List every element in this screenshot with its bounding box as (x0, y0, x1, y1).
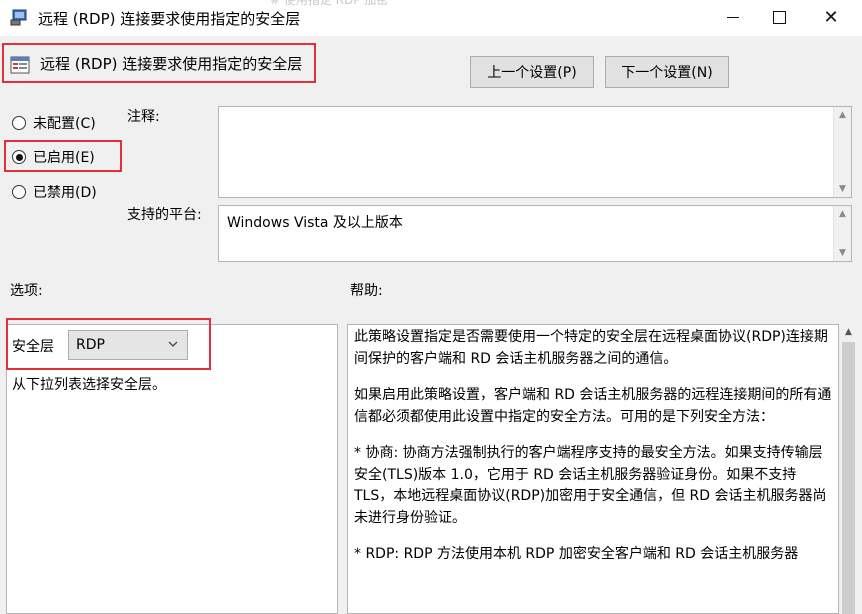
radio-disabled[interactable]: 已禁用(D) (12, 181, 97, 203)
close-icon: ✕ (823, 6, 839, 28)
help-label: 帮助: (350, 283, 383, 299)
radio-button-icon[interactable] (12, 185, 26, 199)
scroll-down-icon[interactable]: ▼ (839, 181, 846, 197)
security-layer-hint: 从下拉列表选择安全层。 (12, 377, 166, 393)
radio-button-checked-icon[interactable] (12, 150, 26, 164)
comment-label: 注释: (127, 109, 160, 125)
window-title: 远程 (RDP) 连接要求使用指定的安全层 (38, 10, 301, 28)
policy-window-icon (10, 8, 28, 26)
background-window-title: # 使用指定 RDP 加密 (270, 0, 389, 7)
previous-setting-button[interactable]: 上一个设置(P) (470, 56, 594, 88)
setting-icon (10, 55, 30, 75)
radio-label: 未配置(C) (33, 116, 96, 132)
minimize-icon (727, 16, 739, 18)
scroll-up-icon[interactable]: ▲ (839, 206, 846, 222)
comment-scrollbar[interactable]: ▲ ▼ (833, 107, 851, 197)
next-setting-button[interactable]: 下一个设置(N) (605, 56, 729, 88)
maximize-icon (772, 10, 786, 24)
security-layer-dropdown[interactable]: RDP (68, 330, 188, 360)
radio-button-icon[interactable] (12, 116, 26, 130)
minimize-button[interactable] (710, 0, 756, 34)
platform-field: Windows Vista 及以上版本 ▲ ▼ (218, 205, 852, 262)
scroll-down-icon[interactable]: ▼ (839, 245, 846, 261)
security-layer-value: RDP (76, 337, 105, 353)
maximize-button[interactable] (756, 0, 802, 34)
comment-textarea[interactable]: ▲ ▼ (218, 106, 852, 198)
chevron-down-icon (167, 338, 179, 353)
scroll-up-icon[interactable]: ▲ (840, 324, 857, 341)
platform-label: 支持的平台: (127, 207, 202, 223)
scroll-up-icon[interactable]: ▲ (839, 107, 846, 123)
scrollbar-thumb[interactable] (842, 342, 855, 614)
help-paragraph: 此策略设置指定是否需要使用一个特定的安全层在远程桌面协议(RDP)连接期间保护的… (354, 329, 828, 367)
radio-not-configured[interactable]: 未配置(C) (12, 112, 96, 134)
radio-enabled[interactable]: 已启用(E) (12, 146, 95, 168)
help-paragraph: * 协商: 协商方法强制执行的客户端程序支持的最安全方法。如果支持传输层安全(T… (354, 445, 827, 526)
security-layer-label: 安全层 (12, 339, 54, 355)
radio-label: 已禁用(D) (33, 185, 97, 201)
platform-value: Windows Vista 及以上版本 (227, 215, 403, 231)
setting-title: 远程 (RDP) 连接要求使用指定的安全层 (40, 55, 303, 73)
help-scrollbar[interactable]: ▲ (840, 324, 857, 614)
help-paragraph: 如果启用此策略设置，客户端和 RD 会话主机服务器的远程连接期间的所有通信都必须… (354, 387, 832, 425)
help-text-panel: 此策略设置指定是否需要使用一个特定的安全层在远程桌面协议(RDP)连接期间保护的… (347, 324, 839, 614)
help-paragraph: * RDP: RDP 方法使用本机 RDP 加密安全客户端和 RD 会话主机服务… (354, 546, 799, 562)
platform-scrollbar[interactable]: ▲ ▼ (833, 206, 851, 261)
radio-label: 已启用(E) (33, 150, 95, 166)
options-label: 选项: (10, 283, 43, 299)
close-button[interactable]: ✕ (808, 0, 854, 34)
